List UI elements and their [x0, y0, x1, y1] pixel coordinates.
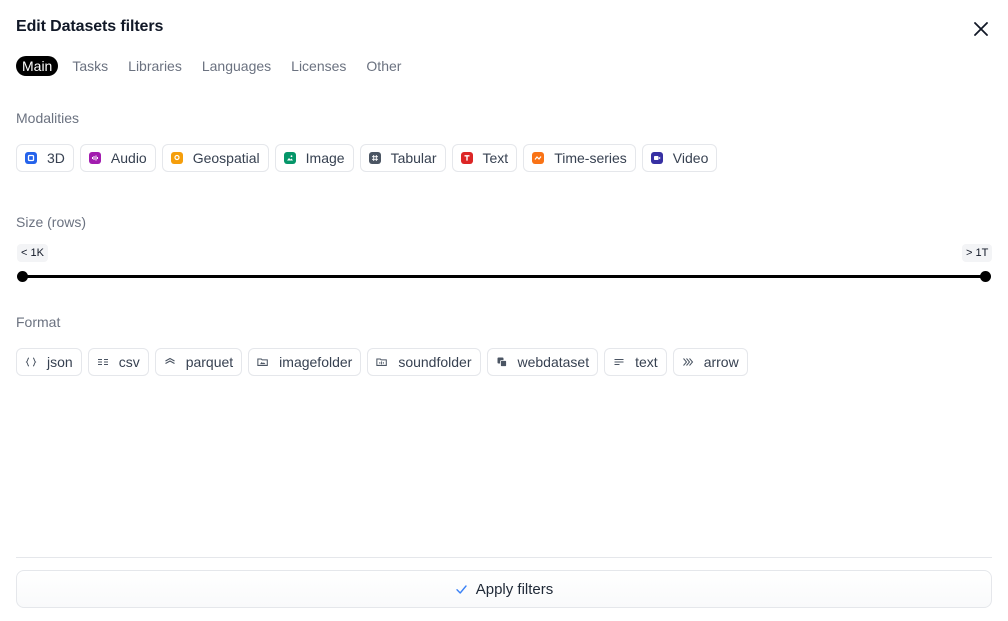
- size-slider-track[interactable]: [22, 275, 986, 278]
- apply-filters-label: Apply filters: [475, 580, 554, 598]
- format-arrow[interactable]: arrow: [672, 348, 748, 376]
- audio-wave-icon: [88, 152, 101, 164]
- size-slider-min-handle[interactable]: [17, 271, 28, 282]
- modality-label: Video: [672, 150, 709, 166]
- layers-icon: [164, 356, 176, 368]
- format-label: parquet: [185, 354, 234, 370]
- text-lines-icon: [613, 356, 625, 368]
- format-text[interactable]: text: [604, 348, 667, 376]
- tab-libraries[interactable]: Libraries: [122, 56, 188, 76]
- footer-divider: [16, 557, 992, 558]
- modality-geospatial[interactable]: Geospatial: [161, 144, 269, 172]
- check-icon: [455, 583, 468, 596]
- table-rows-icon: [97, 356, 109, 368]
- size-slider-max-handle[interactable]: [980, 271, 991, 282]
- modality-video[interactable]: Video: [641, 144, 718, 172]
- modality-label: Image: [305, 150, 345, 166]
- format-parquet[interactable]: parquet: [154, 348, 243, 376]
- format-label: csv: [118, 354, 140, 370]
- double-chevron-icon: [682, 356, 694, 368]
- modality-time-series[interactable]: Time-series: [523, 144, 636, 172]
- format-heading: Format: [16, 314, 61, 330]
- braces-icon: [25, 356, 37, 368]
- format-label: soundfolder: [398, 354, 472, 370]
- image-folder-icon: [257, 356, 269, 368]
- format-soundfolder[interactable]: soundfolder: [367, 348, 481, 376]
- format-label: imagefolder: [279, 354, 353, 370]
- trend-line-icon: [532, 152, 545, 164]
- apply-filters-button[interactable]: Apply filters: [16, 570, 992, 608]
- grid-icon: [368, 152, 381, 164]
- modality-label: Geospatial: [192, 150, 260, 166]
- modality-label: Audio: [110, 150, 147, 166]
- sound-folder-icon: [376, 356, 388, 368]
- modality-image[interactable]: Image: [274, 144, 354, 172]
- tab-tasks[interactable]: Tasks: [66, 56, 114, 76]
- size-min-label: < 1K: [17, 244, 48, 262]
- format-label: json: [47, 354, 73, 370]
- tab-licenses[interactable]: Licenses: [285, 56, 352, 76]
- format-label: arrow: [703, 354, 739, 370]
- modality-audio[interactable]: Audio: [79, 144, 156, 172]
- image-icon: [283, 152, 296, 164]
- format-json[interactable]: json: [16, 348, 82, 376]
- modality-3d[interactable]: 3D: [16, 144, 74, 172]
- format-label: text: [635, 354, 658, 370]
- tab-other[interactable]: Other: [360, 56, 407, 76]
- tab-languages[interactable]: Languages: [196, 56, 277, 76]
- modality-text[interactable]: Text: [451, 144, 518, 172]
- modalities-heading: Modalities: [16, 110, 80, 126]
- format-imagefolder[interactable]: imagefolder: [248, 348, 362, 376]
- tab-main[interactable]: Main: [16, 56, 59, 76]
- modality-label: 3D: [47, 150, 65, 166]
- close-button[interactable]: [968, 16, 994, 42]
- stack-icon: [496, 356, 508, 368]
- format-list: json csv parquet imagefolder soundfolder: [16, 348, 754, 376]
- dialog-title: Edit Datasets filters: [16, 18, 164, 35]
- size-heading: Size (rows): [16, 214, 87, 230]
- format-csv[interactable]: csv: [87, 348, 149, 376]
- modality-tabular[interactable]: Tabular: [359, 144, 446, 172]
- modality-label: Time-series: [554, 150, 627, 166]
- format-webdataset[interactable]: webdataset: [486, 348, 599, 376]
- map-pin-icon: [170, 152, 183, 164]
- format-label: webdataset: [517, 354, 590, 370]
- filter-tabs: Main Tasks Libraries Languages Licenses …: [16, 56, 415, 76]
- close-icon: [974, 22, 988, 36]
- modality-label: Tabular: [390, 150, 437, 166]
- size-max-label: > 1T: [962, 244, 993, 262]
- cube-icon: [25, 152, 37, 164]
- modalities-list: 3D Audio Geospatial Image Tabular Text T…: [16, 144, 723, 172]
- video-icon: [650, 152, 663, 164]
- text-icon: [460, 152, 473, 164]
- modality-label: Text: [482, 150, 509, 166]
